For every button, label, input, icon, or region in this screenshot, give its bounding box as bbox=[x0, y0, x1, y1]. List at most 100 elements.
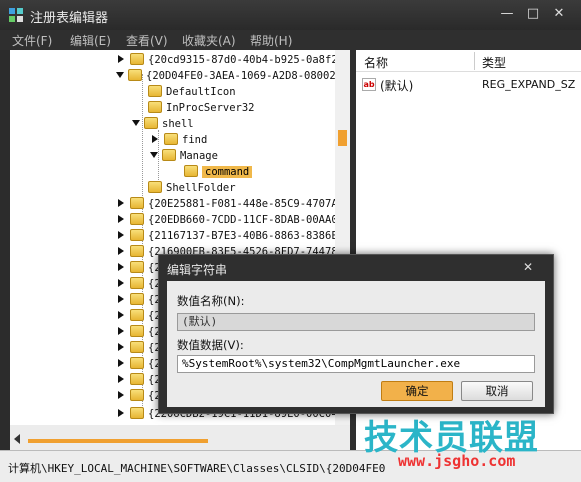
folder-icon bbox=[130, 389, 144, 401]
collapsed-arrow-icon[interactable] bbox=[118, 55, 124, 63]
folder-icon bbox=[130, 213, 144, 225]
collapsed-arrow-icon[interactable] bbox=[118, 247, 124, 255]
folder-icon bbox=[130, 309, 144, 321]
collapsed-arrow-icon[interactable] bbox=[118, 199, 124, 207]
collapsed-arrow-icon[interactable] bbox=[152, 135, 158, 143]
value-name-label: 数值名称(N): bbox=[177, 294, 245, 308]
close-button[interactable]: ✕ bbox=[548, 4, 570, 24]
collapsed-arrow-icon[interactable] bbox=[118, 327, 124, 335]
tree-item[interactable]: ShellFolder bbox=[148, 180, 236, 196]
expanded-arrow-icon[interactable] bbox=[132, 120, 140, 126]
watermark-logo: 技术员联盟 www.jsgho.com bbox=[358, 410, 578, 480]
folder-icon bbox=[148, 85, 162, 97]
folder-icon bbox=[144, 117, 158, 129]
column-header-name[interactable]: 名称 bbox=[364, 54, 388, 71]
tree-item[interactable]: {20EDB660-7CDD-11CF-8DAB-00AA00 bbox=[118, 212, 344, 228]
window-title: 注册表编辑器 bbox=[30, 11, 109, 26]
value-name[interactable]: (默认) bbox=[380, 77, 413, 94]
tree-item[interactable]: {2 bbox=[118, 372, 161, 388]
tree-item[interactable]: {20E25881-F081-448e-85C9-4707A9 bbox=[118, 196, 344, 212]
menu-edit[interactable]: 编辑(E) bbox=[70, 32, 111, 49]
collapsed-arrow-icon[interactable] bbox=[118, 279, 124, 287]
value-name-field: (默认) bbox=[177, 313, 535, 331]
collapsed-arrow-icon[interactable] bbox=[118, 215, 124, 223]
tree-item[interactable]: {2 bbox=[118, 276, 161, 292]
tree-item[interactable]: {2 bbox=[118, 324, 161, 340]
watermark-url: www.jsgho.com bbox=[398, 452, 516, 470]
expanded-arrow-icon[interactable] bbox=[116, 72, 124, 78]
collapsed-arrow-icon[interactable] bbox=[118, 231, 124, 239]
menu-view[interactable]: 查看(V) bbox=[126, 32, 168, 49]
folder-icon bbox=[130, 357, 144, 369]
collapsed-arrow-icon[interactable] bbox=[118, 295, 124, 303]
folder-icon bbox=[130, 53, 144, 65]
tree-item[interactable]: shell bbox=[132, 116, 194, 132]
folder-icon bbox=[130, 277, 144, 289]
value-data-input[interactable]: %SystemRoot%\system32\CompMgmtLauncher.e… bbox=[177, 355, 535, 373]
collapsed-arrow-icon[interactable] bbox=[118, 359, 124, 367]
folder-icon bbox=[130, 341, 144, 353]
tree-item[interactable]: DefaultIcon bbox=[148, 84, 236, 100]
column-header-type[interactable]: 类型 bbox=[482, 54, 506, 71]
dialog-close-button[interactable]: ✕ bbox=[523, 260, 533, 274]
folder-icon bbox=[162, 149, 176, 161]
cancel-button[interactable]: 取消 bbox=[461, 381, 533, 401]
tree-item[interactable]: {21167137-B7E3-40B6-8863-8386E8 bbox=[118, 228, 344, 244]
tree-item[interactable]: {2 bbox=[118, 308, 161, 324]
collapsed-arrow-icon[interactable] bbox=[118, 391, 124, 399]
folder-icon bbox=[148, 181, 162, 193]
folder-icon bbox=[128, 69, 142, 81]
tree-item[interactable]: {2 bbox=[118, 340, 161, 356]
status-path: 计算机\HKEY_LOCAL_MACHINE\SOFTWARE\Classes\… bbox=[8, 462, 386, 475]
folder-icon bbox=[130, 325, 144, 337]
menu-favorites[interactable]: 收藏夹(A) bbox=[182, 32, 236, 49]
tree-item[interactable]: {2 bbox=[118, 292, 161, 308]
folder-icon bbox=[130, 245, 144, 257]
tree-item[interactable]: {20cd9315-87d0-40b4-b925-0a8f2C bbox=[118, 52, 344, 68]
tree-item[interactable]: {2 bbox=[118, 260, 161, 276]
scroll-left-arrow-icon[interactable] bbox=[14, 434, 20, 444]
minimize-button[interactable]: — bbox=[496, 4, 518, 24]
folder-icon bbox=[130, 197, 144, 209]
regedit-app-icon bbox=[9, 8, 23, 22]
folder-icon bbox=[164, 133, 178, 145]
menu-help[interactable]: 帮助(H) bbox=[250, 32, 292, 49]
dialog-body: 数值名称(N): (默认) 数值数据(V): %SystemRoot%\syst… bbox=[167, 281, 545, 407]
tree-item[interactable]: InProcServer32 bbox=[148, 100, 255, 116]
tree-horizontal-scroll-thumb[interactable] bbox=[28, 439, 208, 443]
folder-icon bbox=[184, 165, 198, 177]
value-type: REG_EXPAND_SZ bbox=[482, 78, 576, 91]
folder-icon bbox=[130, 229, 144, 241]
dialog-title: 编辑字符串 bbox=[167, 263, 228, 277]
tree-horizontal-scrollbar[interactable] bbox=[10, 425, 350, 450]
folder-icon bbox=[130, 293, 144, 305]
collapsed-arrow-icon[interactable] bbox=[118, 263, 124, 271]
expanded-arrow-icon[interactable] bbox=[150, 152, 158, 158]
value-data-label: 数值数据(V): bbox=[177, 338, 244, 352]
tree-item[interactable]: {20D04FE0-3AEA-1069-A2D8-08002B bbox=[116, 68, 342, 84]
collapsed-arrow-icon[interactable] bbox=[118, 375, 124, 383]
collapsed-arrow-icon[interactable] bbox=[118, 343, 124, 351]
tree-item[interactable]: {2 bbox=[118, 388, 161, 404]
registry-editor-window: 注册表编辑器 — □ ✕ 文件(F) 编辑(E) 查看(V) 收藏夹(A) 帮助… bbox=[0, 0, 581, 482]
tree-item[interactable]: Manage bbox=[150, 148, 218, 164]
menu-bar: 文件(F) 编辑(E) 查看(V) 收藏夹(A) 帮助(H) bbox=[0, 30, 581, 50]
edit-string-dialog: 编辑字符串 ✕ 数值名称(N): (默认) 数值数据(V): %SystemRo… bbox=[158, 254, 554, 414]
string-value-icon: ab bbox=[362, 78, 376, 91]
menu-file[interactable]: 文件(F) bbox=[12, 32, 52, 49]
folder-icon bbox=[130, 261, 144, 273]
tree-item-selected[interactable]: command bbox=[184, 164, 253, 180]
collapsed-arrow-icon[interactable] bbox=[118, 409, 124, 417]
tree-item[interactable]: find bbox=[152, 132, 207, 148]
folder-icon bbox=[130, 373, 144, 385]
ok-button[interactable]: 确定 bbox=[381, 381, 453, 401]
folder-icon bbox=[148, 101, 162, 113]
tree-vertical-scroll-thumb[interactable] bbox=[338, 130, 347, 146]
column-divider[interactable] bbox=[474, 52, 475, 70]
folder-icon bbox=[130, 407, 144, 419]
collapsed-arrow-icon[interactable] bbox=[118, 311, 124, 319]
maximize-button[interactable]: □ bbox=[522, 4, 544, 24]
tree-item[interactable]: {2 bbox=[118, 356, 161, 372]
value-list-header: 名称 类型 bbox=[356, 50, 581, 72]
title-bar: 注册表编辑器 — □ ✕ bbox=[0, 0, 581, 30]
